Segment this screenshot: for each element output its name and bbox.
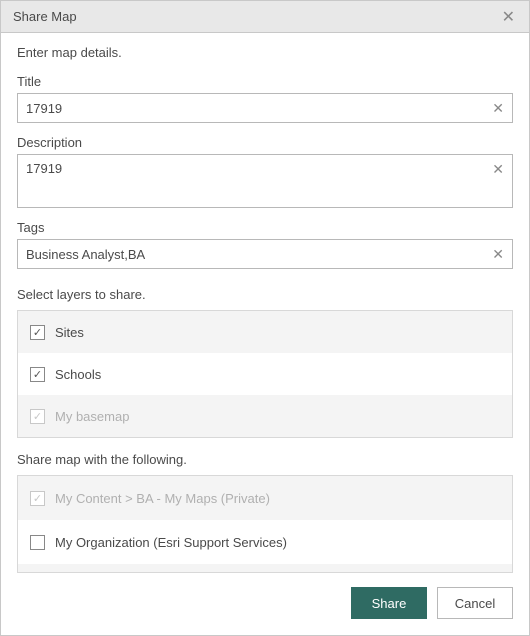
layer-row-schools[interactable]: ✓ Schools: [18, 353, 512, 395]
checkbox-schools[interactable]: ✓: [30, 367, 45, 382]
share-label: My Content > BA - My Maps (Private): [55, 491, 270, 506]
checkbox-my-basemap: ✓: [30, 409, 45, 424]
share-map-dialog: Share Map ✕ Enter map details. Title ✕ D…: [0, 0, 530, 636]
clear-description-icon[interactable]: ✕: [484, 161, 512, 178]
share-button[interactable]: Share: [351, 587, 427, 619]
layer-label: My basemap: [55, 409, 129, 424]
title-input[interactable]: [18, 94, 484, 122]
share-row-my-content: ✓ My Content > BA - My Maps (Private): [18, 476, 512, 520]
dialog-title: Share Map: [13, 9, 77, 24]
share-with-list[interactable]: ✓ My Content > BA - My Maps (Private) My…: [17, 475, 513, 573]
share-row-my-groups[interactable]: My Groups: [18, 564, 512, 573]
layer-row-sites[interactable]: ✓ Sites: [18, 311, 512, 353]
description-input[interactable]: 17919: [18, 155, 484, 207]
share-row-my-organization[interactable]: My Organization (Esri Support Services): [18, 520, 512, 564]
close-icon[interactable]: ✕: [498, 3, 519, 31]
dialog-footer: Share Cancel: [1, 573, 529, 635]
cancel-button[interactable]: Cancel: [437, 587, 513, 619]
checkbox-sites[interactable]: ✓: [30, 325, 45, 340]
share-with-heading: Share map with the following.: [17, 452, 513, 467]
checkbox-my-organization[interactable]: [30, 535, 45, 550]
layer-label: Sites: [55, 325, 84, 340]
tags-input-wrap: ✕: [17, 239, 513, 269]
layer-row-my-basemap: ✓ My basemap: [18, 395, 512, 437]
dialog-content: Enter map details. Title ✕ Description 1…: [1, 33, 529, 573]
layer-label: Schools: [55, 367, 101, 382]
title-label: Title: [17, 74, 513, 89]
layers-list: ✓ Sites ✓ Schools ✓ My basemap: [17, 310, 513, 438]
description-label: Description: [17, 135, 513, 150]
share-label: My Organization (Esri Support Services): [55, 535, 287, 550]
checkbox-my-content: ✓: [30, 491, 45, 506]
title-input-wrap: ✕: [17, 93, 513, 123]
layers-heading: Select layers to share.: [17, 287, 513, 302]
tags-label: Tags: [17, 220, 513, 235]
clear-tags-icon[interactable]: ✕: [484, 246, 512, 263]
titlebar: Share Map ✕: [1, 1, 529, 33]
description-input-wrap: 17919 ✕: [17, 154, 513, 208]
dialog-subtitle: Enter map details.: [17, 45, 513, 60]
tags-input[interactable]: [18, 240, 484, 268]
clear-title-icon[interactable]: ✕: [484, 100, 512, 117]
